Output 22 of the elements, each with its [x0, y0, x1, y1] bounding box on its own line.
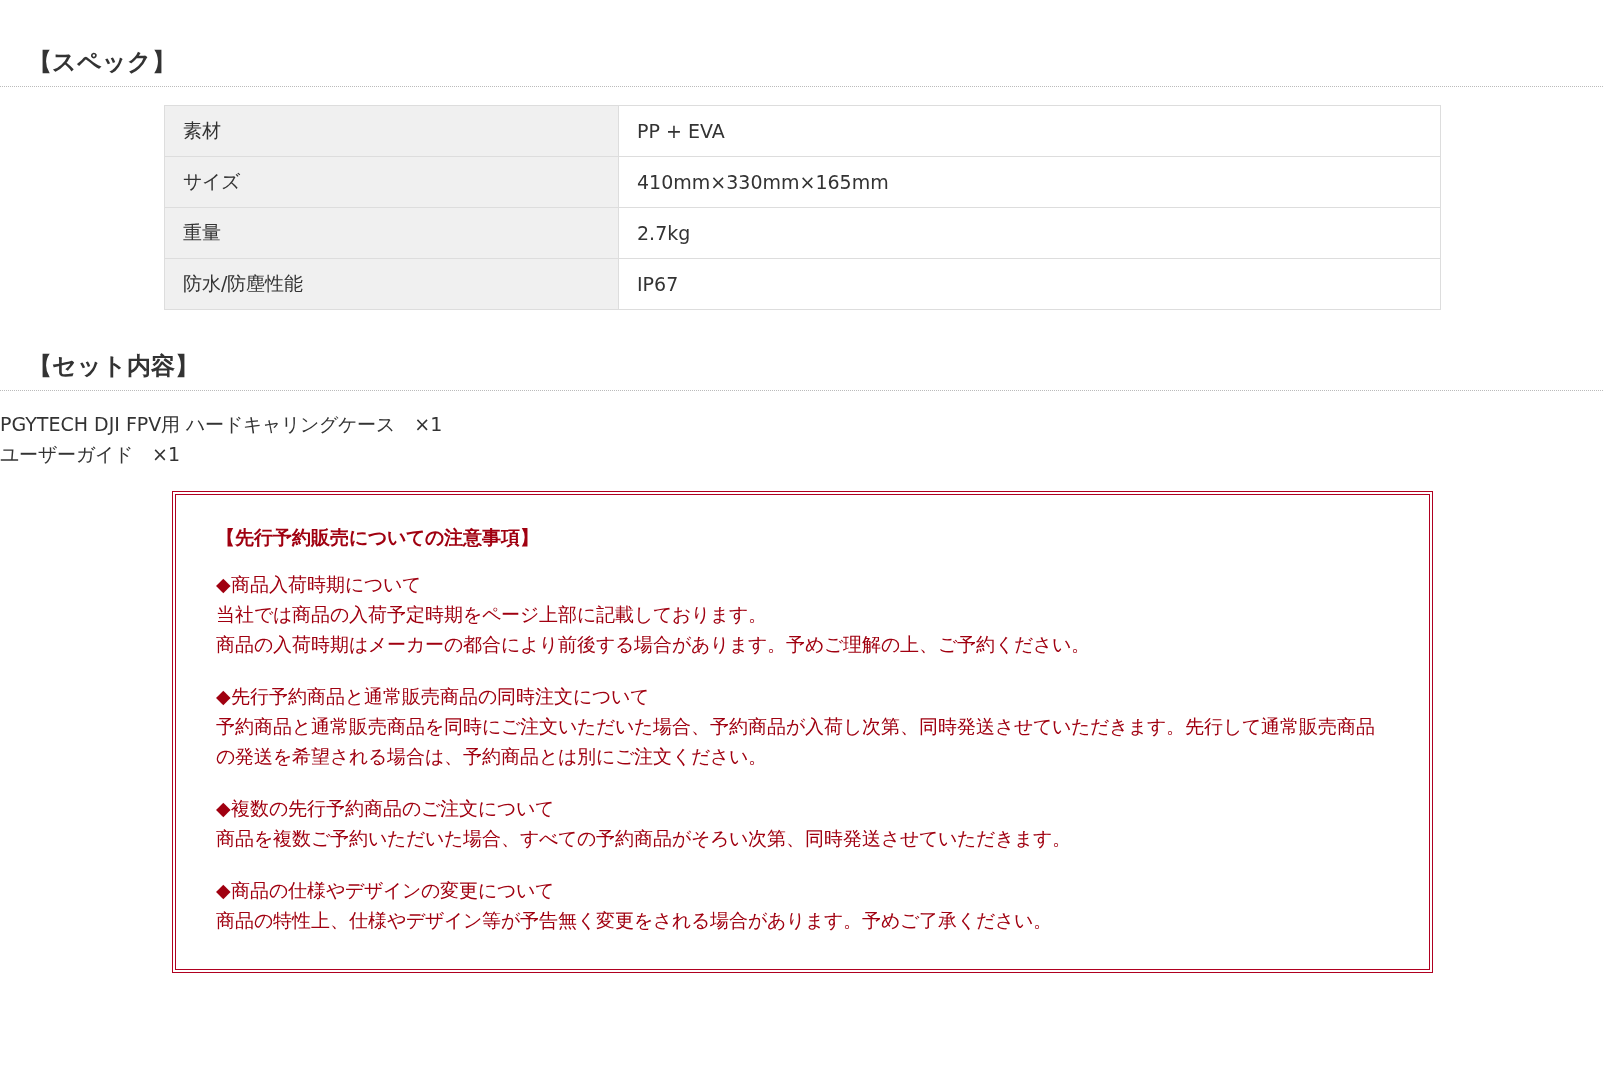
table-cell: PP + EVA: [618, 105, 1441, 157]
content-item: PGYTECH DJI FPV用 ハードキャリングケース ×1: [0, 412, 444, 437]
notice-text: 商品を複数ご予約いただいた場合、すべての予約商品がそろい次第、同時発送させていただきます。: [216, 826, 1072, 851]
table-cell: 素材: [164, 105, 619, 157]
content-item: ユーザーガイド ×1: [0, 442, 181, 467]
notice-text: 予約商品と通常販売商品を同時にご注文いただいた場合、予約商品が入荷し次第、同時発送させていただきます。先行して通常販売商品の発送を希望される場合は、予約商品とは別にご注文ください。: [216, 714, 1376, 769]
notice-subheading: ◆商品の仕様やデザインの変更について: [216, 878, 555, 903]
notice-text: 当社では商品の入荷予定時期をページ上部に記載しております。: [216, 602, 768, 627]
section-heading: 【スペック】: [0, 46, 1603, 87]
notice-text: 商品の特性上、仕様やデザイン等が予告無く変更をされる場合があります。予めご了承ください。: [216, 908, 1053, 933]
notice-subheading: ◆商品入荷時期について: [216, 572, 422, 597]
table-cell: 防水/防塵性能: [164, 258, 619, 310]
notice-title: 【先行予約販売についての注意事項】: [216, 525, 540, 550]
notice-subheading: ◆複数の先行予約商品のご注文について: [216, 796, 555, 821]
table-cell: 重量: [164, 207, 619, 259]
section-heading: 【セット内容】: [0, 350, 1603, 391]
table-cell: 2.7kg: [618, 207, 1441, 259]
notice-subheading: ◆先行予約商品と通常販売商品の同時注文について: [216, 684, 650, 709]
table-cell: 410mm×330mm×165mm: [618, 156, 1441, 208]
table-cell: IP67: [618, 258, 1441, 310]
table-cell: サイズ: [164, 156, 619, 208]
notice-text: 商品の入荷時期はメーカーの都合により前後する場合があります。予めご理解の上、ご予約ください。: [216, 632, 1091, 657]
